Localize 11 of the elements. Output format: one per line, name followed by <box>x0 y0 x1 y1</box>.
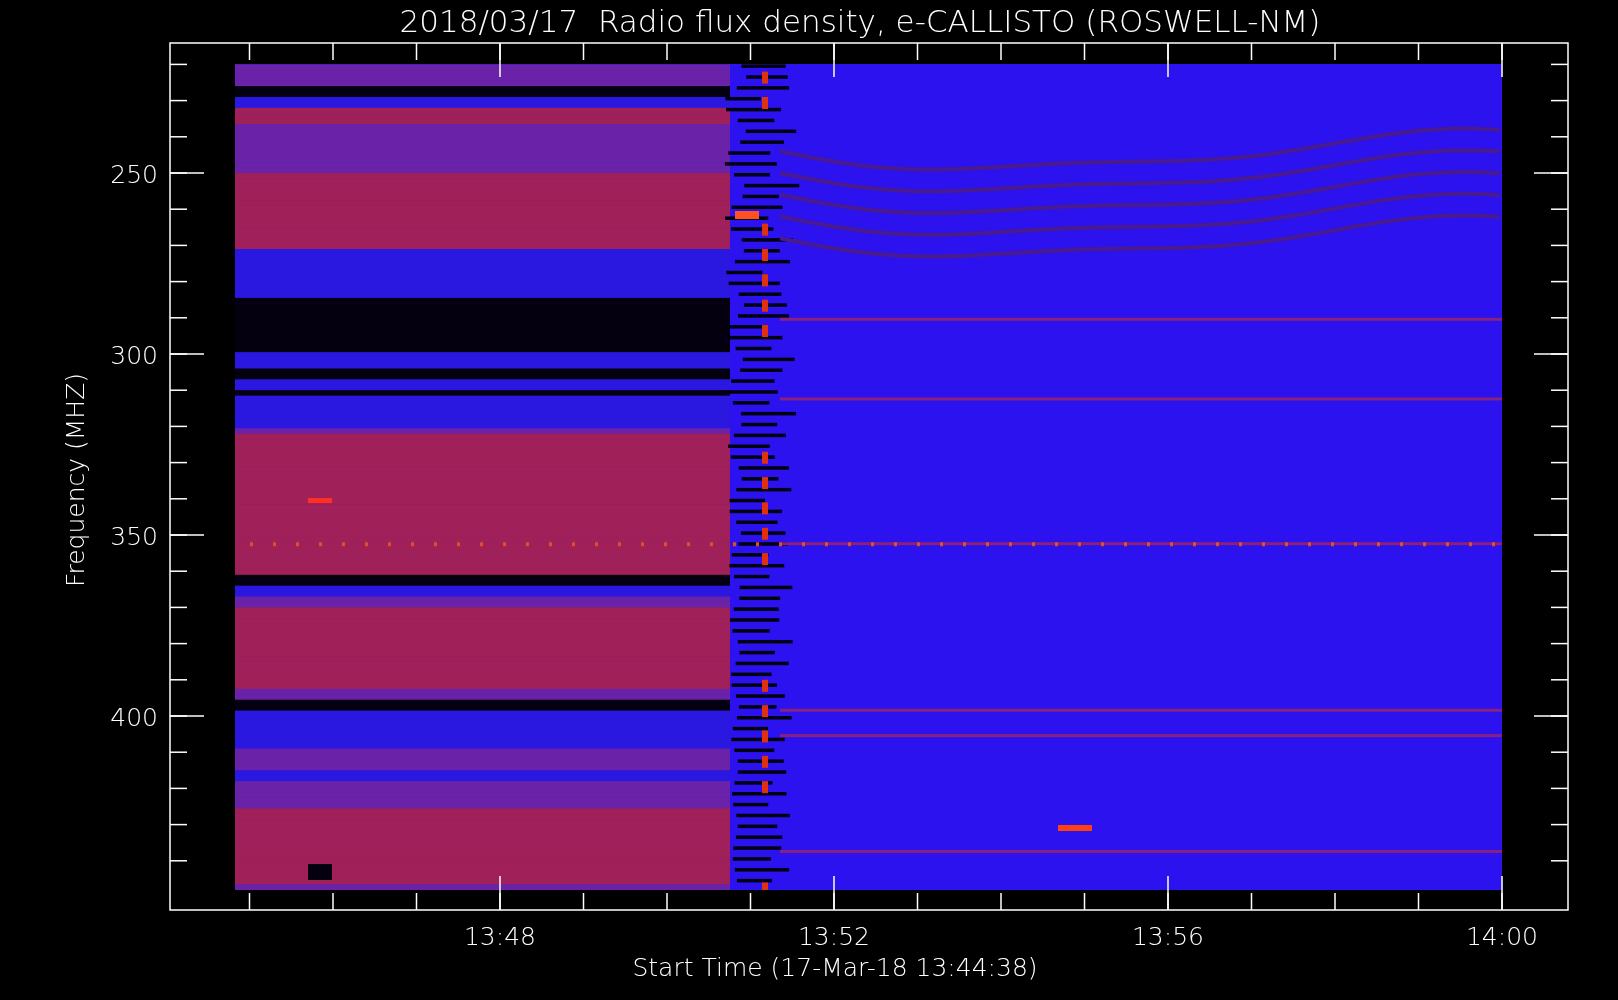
x-axis-label: Start Time (17-Mar-18 13:44:38) <box>632 953 1038 982</box>
x-tick-label: 14:00 <box>1466 922 1538 951</box>
y-tick-label: 350 <box>110 522 158 551</box>
x-tick-label: 13:52 <box>798 922 870 951</box>
y-axis-label: Frequency (MHZ) <box>61 372 90 588</box>
x-tick-label: 13:48 <box>464 922 536 951</box>
x-tick-label: 13:56 <box>1132 922 1204 951</box>
y-tick-label: 400 <box>110 703 158 732</box>
y-tick-label: 300 <box>110 341 158 370</box>
chart-title: 2018/03/17 Radio flux density, e-CALLISTO (ROSWELL-NM) <box>399 3 1321 39</box>
y-tick-label: 250 <box>110 160 158 189</box>
